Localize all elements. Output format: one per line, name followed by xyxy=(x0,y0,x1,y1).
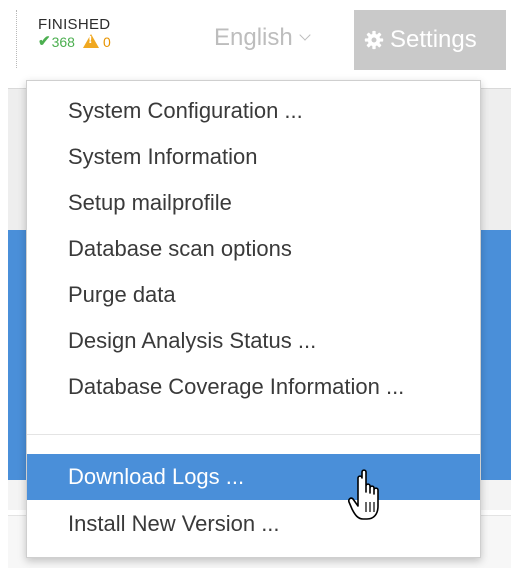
settings-label: Settings xyxy=(390,26,477,53)
check-icon: ✔ xyxy=(38,33,51,50)
menu-item-design-analysis-status[interactable]: Design Analysis Status ... xyxy=(27,318,480,364)
menu-item-database-scan-options[interactable]: Database scan options xyxy=(27,226,480,272)
top-bar: FINISHED ✔ 368 0 English Settin xyxy=(0,0,511,80)
settings-dropdown-menu: System Configuration ... System Informat… xyxy=(26,80,481,558)
menu-item-setup-mailprofile[interactable]: Setup mailprofile xyxy=(27,180,480,226)
status-label: FINISHED xyxy=(38,16,111,33)
chevron-down-icon xyxy=(299,29,311,41)
scan-status: FINISHED ✔ 368 0 xyxy=(38,16,111,50)
warning-icon xyxy=(82,34,99,48)
menu-item-purge-data[interactable]: Purge data xyxy=(27,272,480,318)
menu-divider xyxy=(27,434,480,435)
menu-item-database-coverage-information[interactable]: Database Coverage Information ... xyxy=(27,364,480,410)
menu-item-system-information[interactable]: System Information xyxy=(27,134,480,180)
menu-item-install-new-version[interactable]: Install New Version ... xyxy=(27,501,480,547)
gear-icon xyxy=(364,30,384,50)
warning-count: 0 xyxy=(102,34,111,50)
language-selected: English xyxy=(214,24,293,51)
toolbar-divider xyxy=(16,10,17,68)
language-selector[interactable]: English xyxy=(214,22,311,54)
settings-button[interactable]: Settings xyxy=(354,10,506,70)
menu-item-system-configuration[interactable]: System Configuration ... xyxy=(27,88,480,134)
status-counts: ✔ 368 0 xyxy=(38,33,111,51)
menu-item-download-logs[interactable]: Download Logs ... xyxy=(27,454,480,500)
ok-count: 368 xyxy=(51,34,75,50)
